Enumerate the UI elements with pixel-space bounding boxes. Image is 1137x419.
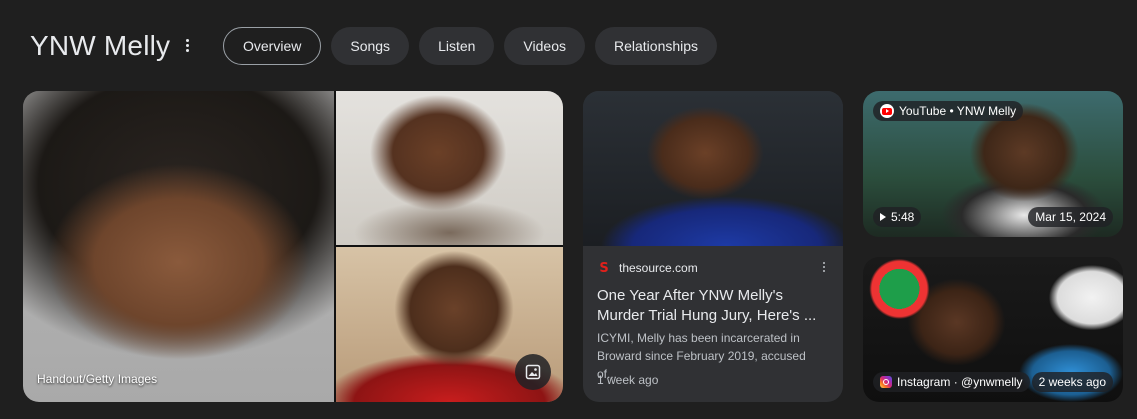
article-title[interactable]: One Year After YNW Melly's Murder Trial … xyxy=(597,286,829,326)
youtube-video-card[interactable]: YouTube • YNW Melly 5:48 Mar 15, 2024 xyxy=(863,91,1123,237)
mugshot-image[interactable]: Handout/Getty Images xyxy=(23,91,334,402)
tab-videos[interactable]: Videos xyxy=(504,27,585,65)
image-collage[interactable]: Handout/Getty Images xyxy=(23,91,563,402)
article-more-icon[interactable] xyxy=(823,262,825,272)
instagram-post-card[interactable]: Instagram · @ynwmelly 2 weeks ago xyxy=(863,257,1123,402)
tab-listen[interactable]: Listen xyxy=(419,27,495,65)
instagram-icon xyxy=(880,376,892,388)
instagram-timestamp: 2 weeks ago xyxy=(1038,375,1106,389)
article-source: thesource.com xyxy=(619,261,698,275)
tab-bar: Overview Songs Listen Videos Relationshi… xyxy=(223,27,718,65)
video-source: YouTube • YNW Melly xyxy=(899,104,1017,118)
instagram-source: Instagram · @ynwmelly xyxy=(897,375,1023,389)
article-thumbnail[interactable] xyxy=(583,91,843,246)
tab-overview[interactable]: Overview xyxy=(223,27,322,65)
article-timestamp: 1 week ago xyxy=(597,373,659,387)
more-options-icon[interactable] xyxy=(182,39,192,59)
collage-image-smiling[interactable] xyxy=(336,91,563,245)
page-title: YNW Melly xyxy=(30,30,171,61)
play-icon xyxy=(880,213,886,221)
tab-songs[interactable]: Songs xyxy=(331,27,410,65)
thesource-favicon-icon: S xyxy=(599,260,609,276)
image-icon[interactable] xyxy=(515,354,551,390)
tab-relationships[interactable]: Relationships xyxy=(594,27,718,65)
image-credit: Handout/Getty Images xyxy=(37,372,158,386)
video-date: Mar 15, 2024 xyxy=(1035,210,1106,224)
news-article-card[interactable]: S thesource.com One Year After YNW Melly… xyxy=(583,91,843,402)
collage-image-dreadlocks[interactable] xyxy=(336,247,563,402)
youtube-icon xyxy=(880,104,894,118)
video-duration: 5:48 xyxy=(891,210,915,224)
